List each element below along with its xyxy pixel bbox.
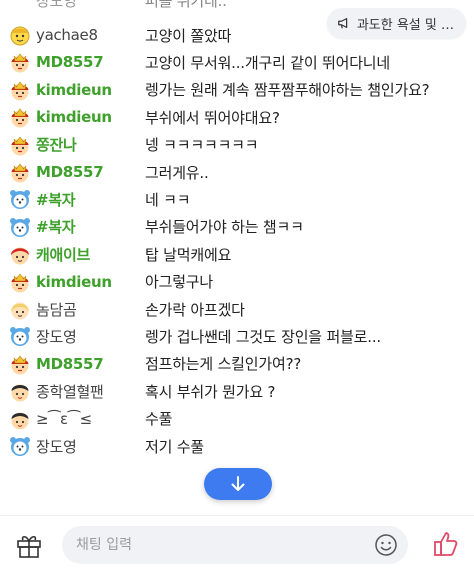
chat-nickname[interactable]: 장도영 [36, 436, 77, 457]
chat-message-text: 혹시 부쉬가 뭔가요 ? [145, 382, 276, 401]
chat-nickname[interactable]: MD8557 [36, 163, 104, 181]
chat-nickname[interactable]: #복자 [36, 216, 76, 237]
chat-message-row: yachae8 고양이 쫄았따 [0, 21, 474, 49]
chat-message-row: 놈담곰 손가락 아프겠다 [0, 295, 474, 323]
chat-nickname[interactable]: yachae8 [36, 26, 98, 44]
chat-nickname[interactable]: kimdieun [36, 81, 112, 99]
chat-nickname[interactable]: MD8557 [36, 53, 104, 71]
crown-face-avatar-icon[interactable] [8, 105, 32, 129]
chat-message-text: 그러게유.. [145, 163, 209, 182]
chat-message-row: kimdieun 렝가는 원래 계속 짬푸짬푸해야하는 챔인가요? [0, 76, 474, 104]
cutoff-message-text: 퍼플 뛰기네.. [145, 0, 227, 10]
dark-hair-avatar-icon[interactable] [8, 379, 32, 403]
chat-message-text: 렝가 겁나쌘데 그것도 장인을 퍼블로... [145, 327, 381, 346]
emoji-icon[interactable] [374, 533, 398, 557]
chat-input-bar [0, 515, 474, 572]
chat-message-text: 아그렇구나 [145, 273, 214, 292]
chat-message-row: 캐애이브 탑 날먹캐에요 [0, 240, 474, 268]
chat-message-row: #복자 부쉬들어가야 하는 챔ㅋㅋ [0, 213, 474, 241]
blue-bear-avatar-icon[interactable] [8, 324, 32, 348]
chat-nickname[interactable]: 놈담곰 [36, 299, 77, 320]
chat-nickname[interactable]: 캐애이브 [36, 244, 90, 265]
chat-message-text: 넹 ㅋㅋㅋㅋㅋㅋㅋ [145, 136, 259, 155]
chat-list[interactable]: 장도영 퍼플 뛰기네.. 과도한 욕설 및 … yachae8 고양이 쫄았따 MD… [0, 0, 474, 510]
chat-message-text: 부쉬에서 뛰어야대요? [145, 108, 280, 127]
chat-message-row: MD8557 점프하는게 스킬인가여?? [0, 350, 474, 378]
chat-message-row: ≥⁀ε⁀≤ 수풀 [0, 405, 474, 433]
thumbs-up-icon[interactable] [430, 528, 462, 560]
blue-bear-avatar-icon[interactable] [8, 434, 32, 458]
chat-nickname[interactable]: #복자 [36, 189, 76, 210]
red-hair-avatar-icon[interactable] [8, 242, 32, 266]
crown-face-avatar-icon[interactable] [8, 50, 32, 74]
crown-face-avatar-icon[interactable] [8, 133, 32, 157]
chat-message-row: MD8557 그러게유.. [0, 158, 474, 186]
crown-face-avatar-icon[interactable] [8, 78, 32, 102]
chat-message-row: 쫑잔나 넹 ㅋㅋㅋㅋㅋㅋㅋ [0, 131, 474, 159]
chat-message-row: kimdieun 부쉬에서 뛰어야대요? [0, 103, 474, 131]
crown-face-avatar-icon[interactable] [8, 160, 32, 184]
crown-face-avatar-icon[interactable] [8, 270, 32, 294]
yellow-face-avatar-icon[interactable] [8, 23, 32, 47]
chat-message-text: 렝가는 원래 계속 짬푸짬푸해야하는 챔인가요? [145, 81, 430, 100]
chat-message-row: 장도영 렝가 겁나쌘데 그것도 장인을 퍼블로... [0, 322, 474, 350]
blonde-avatar-icon[interactable] [8, 297, 32, 321]
crown-face-avatar-icon[interactable] [8, 352, 32, 376]
blue-bear-avatar-icon[interactable] [8, 187, 32, 211]
chat-input[interactable] [62, 526, 408, 564]
chat-message-text: 수풀 [145, 410, 173, 429]
chat-nickname[interactable]: 장도영 [36, 326, 77, 347]
dark-hair-avatar-icon[interactable] [8, 407, 32, 431]
chat-message-text: 탑 날먹캐에요 [145, 245, 232, 264]
chat-message-text: 점프하는게 스킬인가여?? [145, 355, 302, 374]
chat-message-row: MD8557 고양이 무서워...개구리 같이 뛰어다니네 [0, 48, 474, 76]
gift-icon[interactable] [14, 530, 44, 560]
chat-message-row: #복자 네 ㅋㅋ [0, 185, 474, 213]
scroll-to-bottom-button[interactable] [204, 468, 272, 500]
chat-nickname[interactable]: 종학열혈팬 [36, 381, 104, 402]
chat-nickname[interactable]: kimdieun [36, 108, 112, 126]
chat-message-text: 손가락 아프겠다 [145, 300, 245, 319]
chat-nickname[interactable]: kimdieun [36, 273, 112, 291]
cutoff-nickname: 장도영 [36, 0, 77, 10]
arrow-down-icon [231, 476, 245, 491]
chat-message-row: kimdieun 아그렇구나 [0, 268, 474, 296]
chat-message-text: 네 ㅋㅋ [145, 190, 191, 209]
blue-bear-avatar-icon[interactable] [8, 215, 32, 239]
chat-nickname[interactable]: MD8557 [36, 355, 104, 373]
chat-message-text: 고양이 무서워...개구리 같이 뛰어다니네 [145, 53, 391, 72]
chat-message-row: 장도영 저기 수풀 [0, 432, 474, 460]
chat-message-row: 종학열혈팬 혹시 부쉬가 뭔가요 ? [0, 377, 474, 405]
chat-message-text: 고양이 쫄았따 [145, 26, 232, 45]
chat-nickname[interactable]: ≥⁀ε⁀≤ [36, 410, 92, 428]
chat-message-text: 저기 수풀 [145, 437, 204, 456]
chat-nickname[interactable]: 쫑잔나 [36, 134, 77, 155]
chat-message-text: 부쉬들어가야 하는 챔ㅋㅋ [145, 218, 304, 237]
